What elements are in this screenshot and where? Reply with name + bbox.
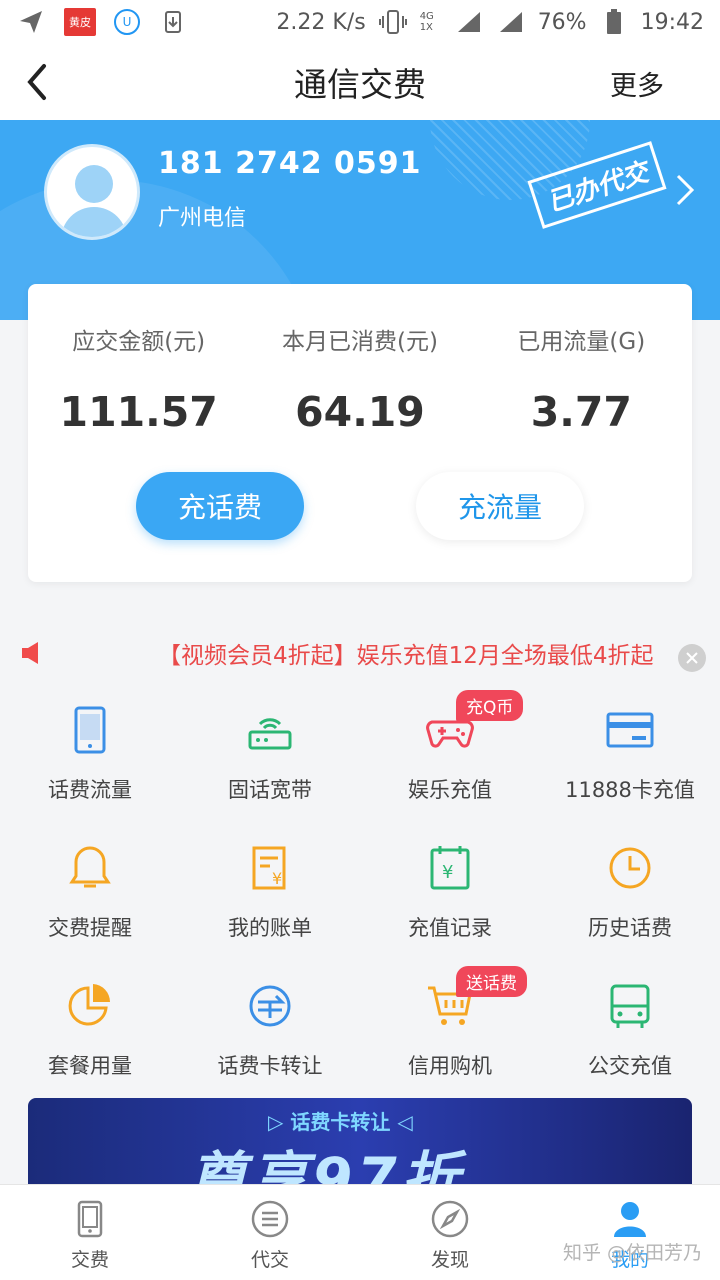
close-icon: [686, 652, 698, 664]
grid-item[interactable]: 历史话费: [540, 828, 720, 966]
bell-icon: [64, 842, 116, 894]
stat-value: 111.57: [59, 388, 218, 436]
stat-value: 64.19: [295, 388, 425, 436]
grid-item-label: 交费提醒: [48, 916, 132, 940]
stat-amount-due: 应交金额(元) 111.57: [28, 322, 249, 436]
grid-item-label: 固话宽带: [228, 778, 312, 802]
tab-proxy-pay[interactable]: 代交: [180, 1185, 360, 1280]
more-button[interactable]: 更多: [610, 64, 664, 103]
tab-mine[interactable]: 我的: [540, 1185, 720, 1280]
tab-pay[interactable]: 交费: [0, 1185, 180, 1280]
grid-item-label: 话费卡转让: [217, 1054, 323, 1078]
grid-item-label: 信用购机: [408, 1054, 492, 1078]
grid-item-label: 历史话费: [588, 916, 672, 940]
grid-item[interactable]: 娱乐充值 充Q币: [360, 690, 540, 828]
grid-item[interactable]: 固话宽带: [180, 690, 360, 828]
carrier-name: 广州电信: [158, 206, 247, 231]
send-icon: [16, 7, 46, 37]
bus-icon: [604, 980, 656, 1032]
function-grid: 话费流量 固话宽带 娱乐充值 充Q币 11888卡充值交费提醒 ¥ 我的账单 ¥ 充值记录 历史话…: [0, 690, 720, 1104]
grid-item-label: 套餐用量: [48, 1054, 132, 1078]
recharge-data-button[interactable]: 充流量: [416, 472, 584, 540]
battery-percent: 76%: [537, 9, 587, 35]
user-icon: [614, 1202, 646, 1237]
back-button[interactable]: [22, 60, 62, 104]
stat-label: 本月已消费(元): [282, 329, 438, 355]
bill-icon: ¥: [244, 842, 296, 894]
compass-icon: [431, 1200, 469, 1238]
app-notification-icon: 黄皮: [64, 8, 96, 36]
router-icon: [244, 704, 296, 756]
pie-icon: [64, 980, 116, 1032]
grid-item[interactable]: 11888卡充值: [540, 690, 720, 828]
chevron-left-icon: [27, 64, 46, 100]
grid-item[interactable]: 套餐用量: [0, 966, 180, 1104]
bottom-tab-bar: 交费 代交 发现 我的: [0, 1184, 720, 1280]
signal-icon: [454, 7, 484, 37]
stat-monthly-spend: 本月已消费(元) 64.19: [249, 322, 470, 436]
svg-text:¥: ¥: [442, 862, 453, 883]
grid-item-label: 充值记录: [408, 916, 492, 940]
announcement-text[interactable]: 【视频会员4折起】娱乐充值12月全场最低4折起: [158, 636, 664, 670]
promo-banner[interactable]: ▷ 话费卡转让 ◁ 尊享97折: [28, 1098, 692, 1198]
download-icon: [158, 7, 188, 37]
avatar[interactable]: [44, 144, 140, 240]
recharge-credit-button[interactable]: 充话费: [136, 472, 304, 540]
summary-card: 应交金额(元) 111.57 本月已消费(元) 64.19 已用流量(G) 3.…: [28, 284, 692, 582]
tab-discover[interactable]: 发现: [360, 1185, 540, 1280]
network-speed: 2.22 K/s: [276, 9, 366, 35]
grid-item-label: 11888卡充值: [565, 778, 695, 802]
clock-time: 19:42: [640, 9, 704, 35]
stat-value: 3.77: [530, 388, 632, 436]
tab-label: 交费: [70, 1249, 109, 1271]
network-type: 4G 1X: [419, 11, 434, 33]
stat-label: 已用流量(G): [517, 329, 646, 355]
grid-item[interactable]: 信用购机 送话费: [360, 966, 540, 1104]
speaker-icon: [22, 642, 38, 664]
vibrate-icon: [378, 7, 408, 37]
promo-badge: 充Q币: [456, 690, 524, 721]
tab-label: 代交: [250, 1249, 289, 1271]
grid-item[interactable]: 交费提醒: [0, 828, 180, 966]
battery-icon: [599, 7, 629, 37]
grid-item[interactable]: ¥ 充值记录: [360, 828, 540, 966]
nav-bar: 通信交费 更多: [0, 44, 720, 120]
tab-label: 发现: [430, 1249, 469, 1271]
promo-badge: 送话费: [456, 966, 527, 997]
announcement-bar[interactable]: 【视频会员4折起】娱乐充值12月全场最低4折起: [0, 606, 720, 698]
chevron-right-icon[interactable]: [674, 172, 698, 208]
grid-item[interactable]: 话费卡转让: [180, 966, 360, 1104]
stat-label: 应交金额(元): [72, 329, 206, 355]
signal-icon-2: [496, 7, 526, 37]
transfer-icon: [244, 980, 296, 1032]
stat-data-used: 已用流量(G) 3.77: [471, 322, 692, 436]
clock-icon: [604, 842, 656, 894]
watermark: 知乎 @依田芳乃: [562, 1242, 702, 1264]
grid-item[interactable]: 公交充值: [540, 966, 720, 1104]
grid-item[interactable]: 话费流量: [0, 690, 180, 828]
grid-item-label: 娱乐充值: [408, 778, 492, 802]
list-icon: [251, 1200, 289, 1238]
app-notification-icon-2: U: [114, 9, 140, 35]
grid-item-label: 公交充值: [588, 1054, 672, 1078]
banner-subtitle: ▷ 话费卡转让 ◁: [268, 1110, 413, 1134]
record-icon: ¥: [424, 842, 476, 894]
grid-item-label: 话费流量: [48, 778, 132, 802]
phone-icon: [64, 704, 116, 756]
svg-text:¥: ¥: [272, 869, 282, 888]
tablet-icon: [77, 1200, 103, 1238]
grid-item[interactable]: ¥ 我的账单: [180, 828, 360, 966]
status-bar: 黄皮 U 2.22 K/s 4G 1X 76% 19:42: [0, 0, 720, 44]
phone-number: 181 2742 0591: [158, 146, 422, 181]
grid-item-label: 我的账单: [228, 916, 312, 940]
card-icon: [604, 704, 656, 756]
close-announcement-button[interactable]: [678, 644, 706, 672]
